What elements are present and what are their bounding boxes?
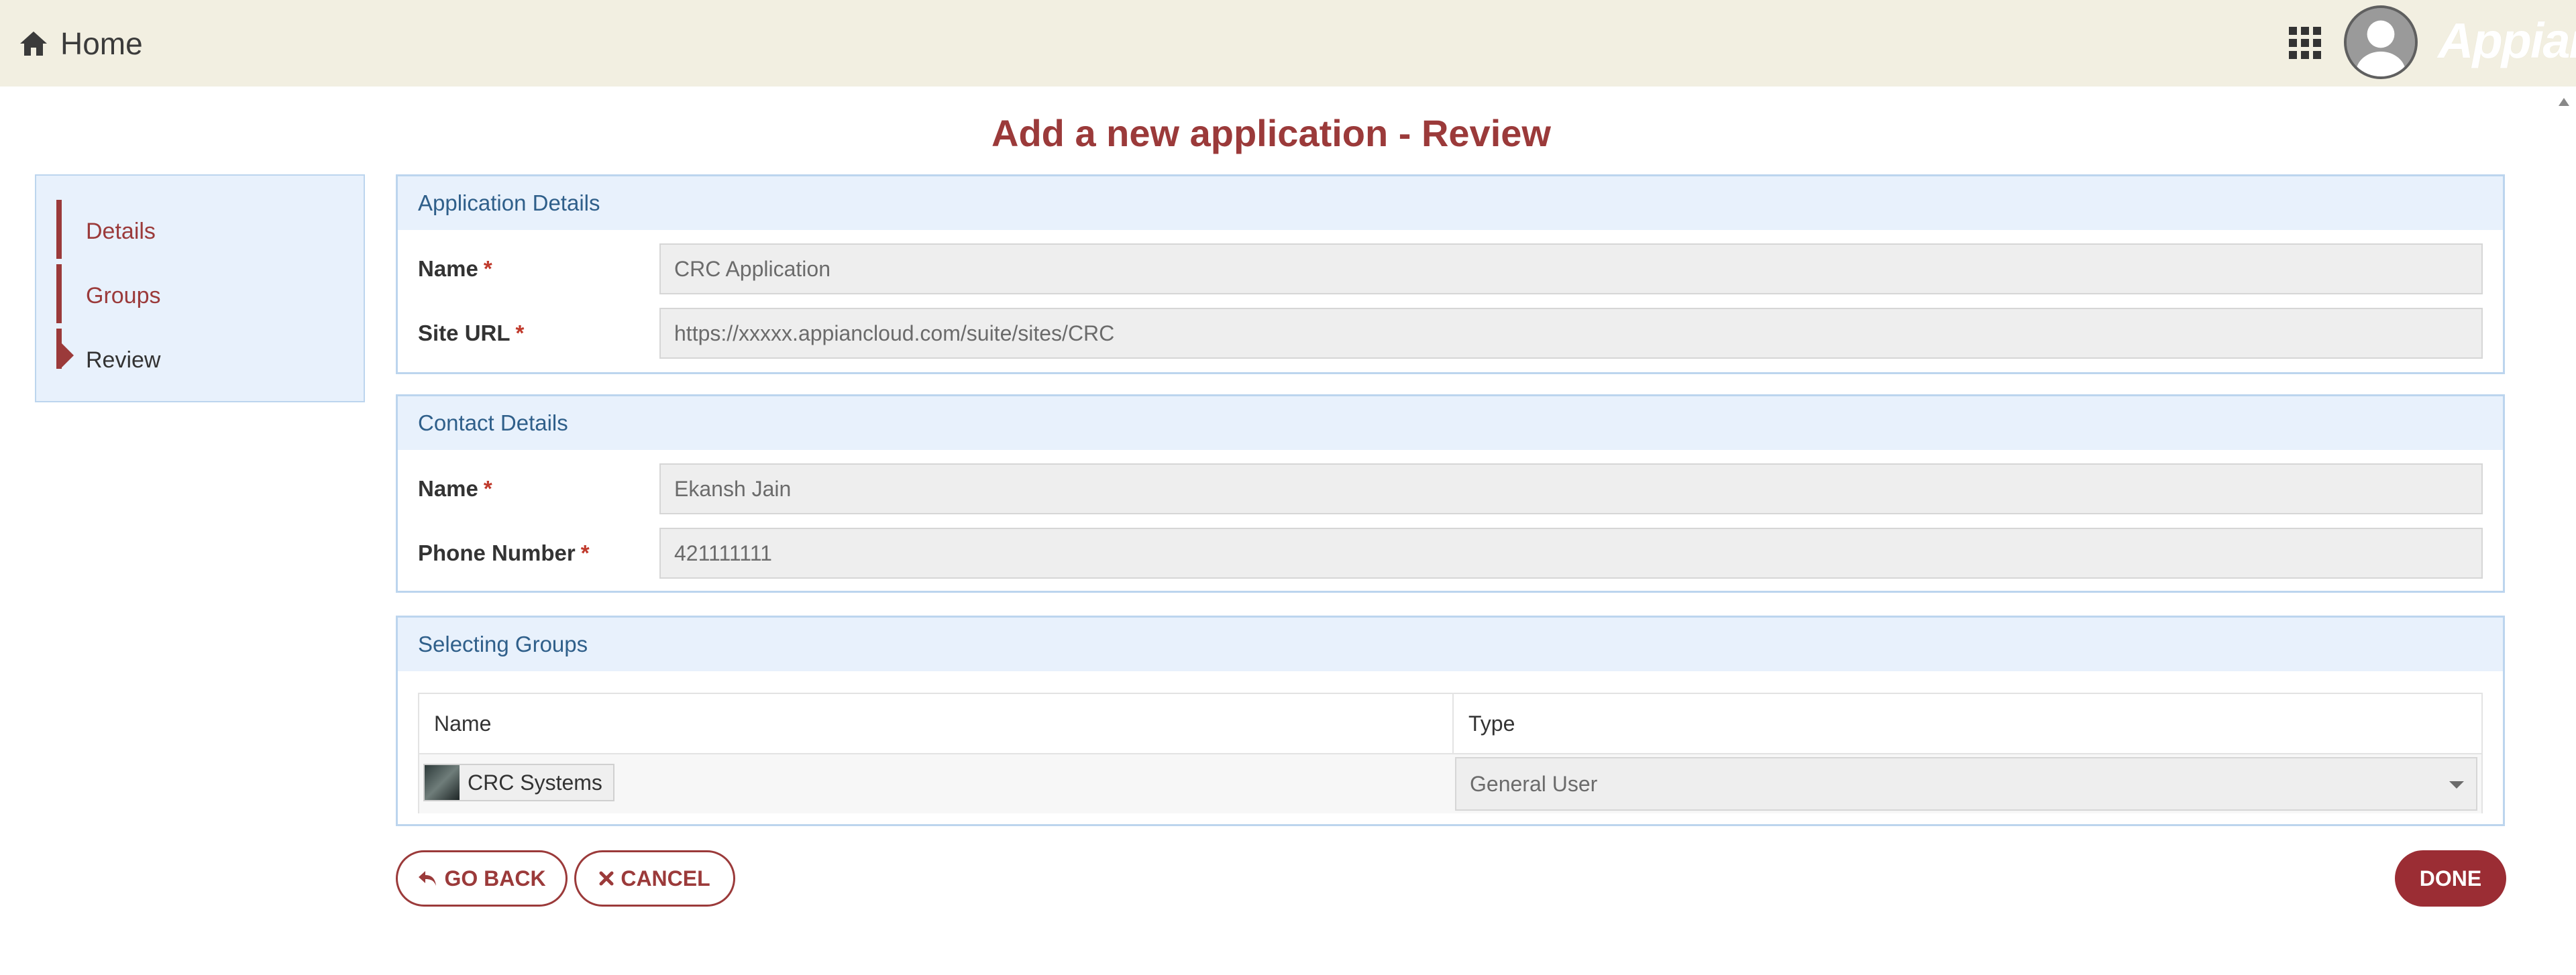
cancel-label: CANCEL	[621, 866, 710, 891]
brand-logo: Appian	[2438, 13, 2576, 68]
contact-name-row: Name * Ekansh Jain	[398, 463, 2503, 514]
app-grid-icon[interactable]	[2289, 27, 2321, 59]
phone-field[interactable]: 421111111	[659, 528, 2483, 579]
step-marker-groups	[56, 264, 62, 323]
step-review: Review	[86, 347, 161, 373]
column-header-type[interactable]: Type	[1454, 694, 1515, 753]
group-type-select[interactable]: General User	[1455, 757, 2477, 811]
selecting-groups-section: Selecting Groups Name Type CRC Systems G…	[396, 616, 2505, 826]
table-row: CRC Systems General User	[419, 754, 2481, 813]
site-url-label: Site URL *	[418, 321, 525, 345]
group-thumbnail	[425, 765, 460, 800]
current-step-arrow-icon	[62, 343, 74, 367]
column-header-name[interactable]: Name	[419, 694, 491, 753]
cancel-button[interactable]: CANCEL	[574, 850, 735, 907]
done-label: DONE	[2419, 866, 2482, 891]
app-name-row: Name * CRC Application	[398, 243, 2503, 294]
table-header: Name Type	[419, 694, 2481, 754]
top-bar: Home Appian	[0, 0, 2576, 87]
step-marker-review	[56, 329, 62, 369]
phone-label: Phone Number *	[418, 540, 590, 565]
close-icon	[599, 871, 614, 886]
page-title: Add a new application - Review	[991, 112, 1551, 154]
step-marker-details	[56, 200, 62, 259]
done-button[interactable]: DONE	[2395, 850, 2506, 907]
wizard-steps: Details Groups Review	[35, 174, 365, 402]
selecting-groups-heading: Selecting Groups	[398, 618, 2503, 671]
group-type-value: General User	[1470, 772, 1598, 796]
app-name-label: Name *	[418, 256, 492, 281]
contact-details-heading: Contact Details	[398, 396, 2503, 450]
step-groups[interactable]: Groups	[86, 283, 161, 309]
user-avatar[interactable]	[2344, 5, 2418, 79]
user-silhouette-icon	[2347, 8, 2415, 76]
scroll-up-arrow-icon[interactable]	[2559, 98, 2569, 106]
home-icon	[20, 31, 47, 56]
phone-row: Phone Number * 421111111	[398, 528, 2503, 579]
reply-arrow-icon	[419, 871, 437, 886]
vertical-scrollbar[interactable]	[2552, 87, 2576, 975]
step-details[interactable]: Details	[86, 219, 156, 245]
home-label: Home	[60, 25, 143, 61]
application-details-section: Application Details Name * CRC Applicatio…	[396, 174, 2505, 374]
contact-details-section: Contact Details Name * Ekansh Jain Phone …	[396, 394, 2505, 593]
groups-table: Name Type CRC Systems General User	[418, 693, 2483, 813]
application-details-heading: Application Details	[398, 176, 2503, 230]
go-back-label: GO BACK	[444, 866, 546, 891]
group-name: CRC Systems	[468, 770, 602, 795]
contact-name-label: Name *	[418, 476, 492, 501]
chevron-down-icon	[2449, 781, 2464, 789]
group-chip[interactable]: CRC Systems	[423, 764, 614, 801]
go-back-button[interactable]: GO BACK	[396, 850, 568, 907]
home-link[interactable]: Home	[19, 0, 143, 87]
app-name-field[interactable]: CRC Application	[659, 243, 2483, 294]
site-url-row: Site URL * https://xxxxx.appiancloud.com/…	[398, 308, 2503, 359]
contact-name-field[interactable]: Ekansh Jain	[659, 463, 2483, 514]
site-url-field[interactable]: https://xxxxx.appiancloud.com/suite/site…	[659, 308, 2483, 359]
